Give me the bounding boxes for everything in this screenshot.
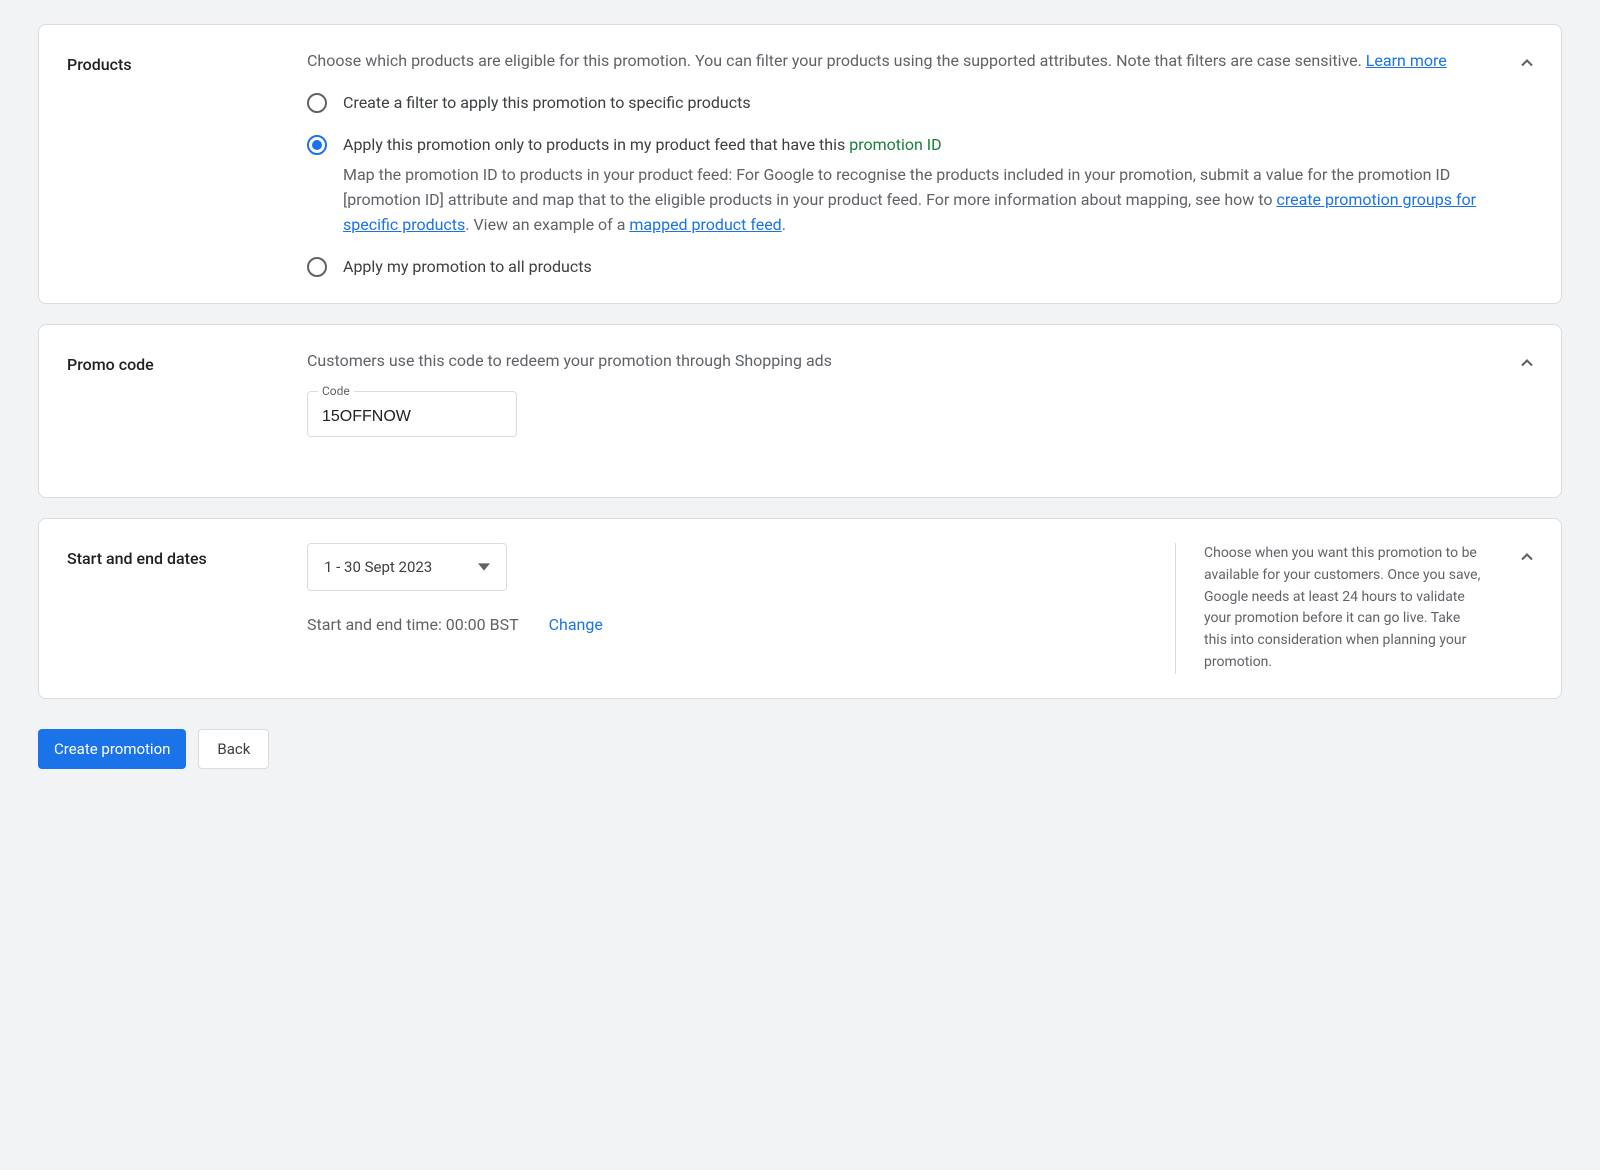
- promotion-id-highlight: promotion ID: [849, 135, 941, 154]
- change-time-link[interactable]: Change: [549, 615, 603, 634]
- radio-promo-text: Apply this promotion only to products in…: [343, 135, 849, 154]
- radio-all-label: Apply my promotion to all products: [343, 255, 592, 279]
- date-range-select[interactable]: 1 - 30 Sept 2023: [307, 543, 507, 591]
- time-label: Start and end time: 00:00 BST: [307, 615, 519, 634]
- dates-help-text: Choose when you want this promotion to b…: [1175, 543, 1485, 673]
- dates-content: 1 - 30 Sept 2023 Start and end time: 00:…: [307, 543, 1533, 673]
- chevron-up-icon[interactable]: [1517, 353, 1537, 373]
- radio-option-promotion-id[interactable]: Apply this promotion only to products in…: [307, 133, 1485, 237]
- products-section: Products Choose which products are eligi…: [38, 24, 1562, 304]
- chevron-up-icon[interactable]: [1517, 53, 1537, 73]
- products-content: Choose which products are eligible for t…: [307, 49, 1533, 279]
- sub-post: .: [782, 215, 786, 234]
- dates-title: Start and end dates: [67, 543, 307, 673]
- code-input[interactable]: [322, 400, 502, 426]
- radio-promotion-id-label: Apply this promotion only to products in…: [343, 133, 1485, 157]
- products-title: Products: [67, 49, 307, 279]
- code-field-label: Code: [318, 384, 354, 398]
- date-range-value: 1 - 30 Sept 2023: [324, 558, 432, 576]
- radio-option-filter[interactable]: Create a filter to apply this promotion …: [307, 91, 1485, 115]
- time-row: Start and end time: 00:00 BST Change: [307, 615, 603, 634]
- sub-mid: . View an example of a: [465, 215, 629, 234]
- back-button[interactable]: Back: [198, 729, 269, 769]
- chevron-up-icon[interactable]: [1517, 547, 1537, 567]
- dropdown-icon: [478, 561, 490, 573]
- products-desc-text: Choose which products are eligible for t…: [307, 51, 1366, 70]
- learn-more-link[interactable]: Learn more: [1366, 51, 1447, 70]
- create-promotion-button[interactable]: Create promotion: [38, 729, 186, 769]
- promo-code-content: Customers use this code to redeem your p…: [307, 349, 1533, 437]
- radio-promotion-id[interactable]: [307, 135, 327, 155]
- dates-main: 1 - 30 Sept 2023 Start and end time: 00:…: [307, 543, 603, 673]
- radio-filter-label: Create a filter to apply this promotion …: [343, 91, 751, 115]
- radio-all[interactable]: [307, 257, 327, 277]
- promo-code-title: Promo code: [67, 349, 307, 437]
- products-description: Choose which products are eligible for t…: [307, 49, 1485, 73]
- promo-code-description: Customers use this code to redeem your p…: [307, 349, 1485, 373]
- mapped-product-feed-link[interactable]: mapped product feed: [629, 215, 781, 234]
- dates-section: Start and end dates 1 - 30 Sept 2023 Sta…: [38, 518, 1562, 698]
- promo-code-section: Promo code Customers use this code to re…: [38, 324, 1562, 498]
- radio-option-all[interactable]: Apply my promotion to all products: [307, 255, 1485, 279]
- code-field-wrapper: Code: [307, 391, 517, 437]
- footer-buttons: Create promotion Back: [38, 729, 1562, 769]
- radio-promotion-id-sublabel: Map the promotion ID to products in your…: [343, 163, 1485, 237]
- radio-filter[interactable]: [307, 93, 327, 113]
